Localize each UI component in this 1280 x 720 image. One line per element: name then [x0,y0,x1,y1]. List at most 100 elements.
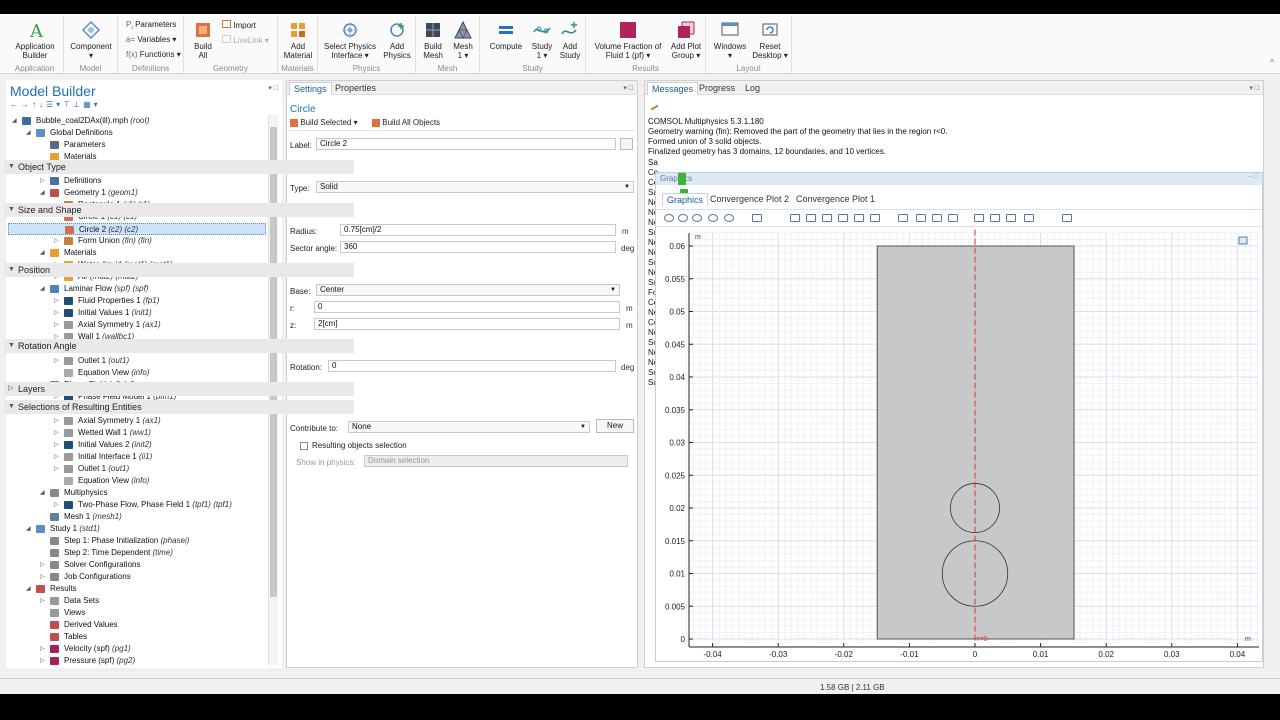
tree-node[interactable]: ◢ Geometry 1 (geom1) [8,187,266,199]
tree-layout-icon[interactable]: ▦▾ [83,100,101,109]
tree-node[interactable]: ▷ Velocity (spf) (pg1) [8,643,266,655]
component-button[interactable]: Component ▾ [66,20,116,60]
tab-properties[interactable]: Properties [331,82,380,95]
select-domain-icon[interactable] [898,214,908,222]
camera-icon[interactable] [1024,214,1034,222]
volume-fraction-plot-button[interactable]: Volume Fraction of Fluid 1 (pf) ▾ [590,20,666,60]
build-mesh-button[interactable]: Build Mesh [418,20,448,60]
livelink-button[interactable]: LiveLink ▾ [222,35,269,45]
radius-input[interactable]: 0.75[cm]/2 [340,224,616,236]
study-button[interactable]: Study 1 ▾ [528,20,556,60]
section-layers[interactable]: ▷ Layers [4,382,354,396]
tree-node[interactable]: ◢ Study 1 (std1) [8,523,266,535]
import-button[interactable]: Import [222,20,256,30]
tree-node[interactable]: ▷ Outlet 1 (out1) [8,355,266,367]
tab-graphics[interactable]: Graphics [662,193,709,206]
tree-node[interactable]: Circle 2 (c2) (c2) [8,223,266,235]
section-rotation[interactable]: ▼ Rotation Angle [4,339,354,353]
expand-toggle-icon[interactable]: ◢ [26,523,32,535]
tree-node[interactable]: ▷ Pressure (spf) (pg2) [8,655,266,665]
forward-arrow-icon[interactable]: → [21,100,32,109]
tree-node[interactable]: ◢ Multiphysics [8,487,266,499]
rectangle-domain[interactable] [876,245,1075,640]
move-down-icon[interactable]: ↓ [39,100,46,109]
expand-toggle-icon[interactable]: ◢ [26,127,32,139]
tree-node[interactable]: Views [8,607,266,619]
tree-node[interactable]: ▷ Axial Symmetry 1 (ax1) [8,415,266,427]
view-cube-icon[interactable] [1238,236,1248,245]
expand-toggle-icon[interactable]: ▷ [54,235,60,247]
parameters-button[interactable]: Pi Parameters [126,20,176,32]
windows-button[interactable]: Windows ▾ [710,20,750,60]
build-all-button[interactable]: Build All [188,20,218,60]
zoom-out-icon[interactable] [678,214,688,222]
tree-node[interactable]: ▷ Initial Values 2 (init2) [8,439,266,451]
expand-toggle-icon[interactable]: ▷ [54,415,60,427]
graphics-titlebar[interactable]: Graphics – □ [656,173,1262,185]
view-reset-icon[interactable] [1006,214,1016,222]
select-all-icon[interactable] [948,214,958,222]
expand-toggle-icon[interactable]: ◢ [40,247,46,259]
tree-node[interactable]: ▷ Wetted Wall 1 (ww1) [8,427,266,439]
compute-button[interactable]: Compute [484,20,528,51]
tree-node[interactable]: Step 1: Phase Initialization (phasei) [8,535,266,547]
panel-menu-icons[interactable]: ▾ □ [623,84,633,92]
application-builder-button[interactable]: A Application Builder [10,20,60,60]
mesh-button[interactable]: Mesh 1 ▾ [448,20,478,60]
add-plot-group-button[interactable]: Add Plot Group ▾ [666,20,706,60]
tree-node[interactable]: ▷ Initial Interface 1 (ii1) [8,451,266,463]
show-in-physics-select[interactable]: Domain selection [364,455,628,467]
geometry-plot[interactable]: -0.04 -0.03 -0.02 -0.01 0 0.01 0.02 0.03 0.04 0 0.… [655,227,1263,659]
add-study-button[interactable]: Add Study [556,20,584,60]
build-all-objects-button[interactable]: Build All Objects [372,118,440,127]
tree-node[interactable]: ▷ Outlet 1 (out1) [8,463,266,475]
tab-log[interactable]: Log [741,82,764,95]
ribbon-collapse-icon[interactable]: ^ [1270,58,1274,67]
expand-toggle-icon[interactable]: ▷ [54,427,60,439]
scrollbar-thumb[interactable] [270,127,277,597]
expand-toggle-icon[interactable]: ▷ [40,595,46,607]
tree-node[interactable]: ▷ Initial Values 1 (init1) [8,307,266,319]
add-material-button[interactable]: Add Material [279,20,317,60]
label-input[interactable]: Circle 2 [316,138,616,150]
tree-node[interactable]: Equation View (info) [8,367,266,379]
hide-icon[interactable] [974,214,984,222]
view-default-icon[interactable] [790,214,800,222]
expand-toggle-icon[interactable]: ◢ [26,583,32,595]
zoom-extents-icon[interactable] [708,214,718,222]
tree-node[interactable]: Parameters [8,139,266,151]
clear-selection-icon[interactable] [870,214,880,222]
label-reset-icon[interactable] [620,138,633,150]
tree-node[interactable]: ▷ Two-Phase Flow, Phase Field 1 (tpf1) (t… [8,499,266,511]
expand-toggle-icon[interactable]: ▷ [40,643,46,655]
tree-node[interactable]: ▷ Fluid Properties 1 (fp1) [8,295,266,307]
render-icon[interactable] [822,214,832,222]
expand-toggle-icon[interactable]: ◢ [40,283,46,295]
select-point-icon[interactable] [932,214,942,222]
expand-toggle-icon[interactable]: ▷ [54,463,60,475]
expand-toggle-icon[interactable]: ▷ [40,655,46,665]
reset-desktop-button[interactable]: Reset Desktop ▾ [750,20,790,60]
functions-button[interactable]: f(x) Functions ▾ [126,50,181,59]
expand-toggle-icon[interactable]: ▷ [40,571,46,583]
zoom-box-icon[interactable] [692,214,702,222]
tree-node[interactable]: ▷ Job Configurations [8,571,266,583]
expand-toggle-icon[interactable]: ▷ [54,439,60,451]
section-position[interactable]: ▼ Position [4,263,354,277]
z-position-input[interactable]: 2[cm] [314,318,620,330]
tree-node[interactable]: ◢ Materials [8,247,266,259]
show-icon[interactable] [990,214,1000,222]
tree-node[interactable]: ▷ Form Union (fin) (fin) [8,235,266,247]
tree-node[interactable]: ▷ Definitions [8,175,266,187]
rotation-input[interactable]: 0 [328,360,616,372]
expand-toggle-icon[interactable]: ▷ [54,451,60,463]
tree-node[interactable]: ▷ Solver Configurations [8,559,266,571]
tree-node[interactable]: Step 2: Time Dependent (time) [8,547,266,559]
section-object-type[interactable]: ▼ Object Type [4,160,354,174]
tree-node[interactable]: Derived Values [8,619,266,631]
expand-toggle-icon[interactable]: ▷ [54,499,60,511]
select-boundary-icon[interactable] [916,214,926,222]
collapse-all-icon[interactable]: ⊥ [73,100,83,109]
tree-node[interactable]: ▷ Data Sets [8,595,266,607]
sector-angle-input[interactable]: 360 [340,241,616,253]
